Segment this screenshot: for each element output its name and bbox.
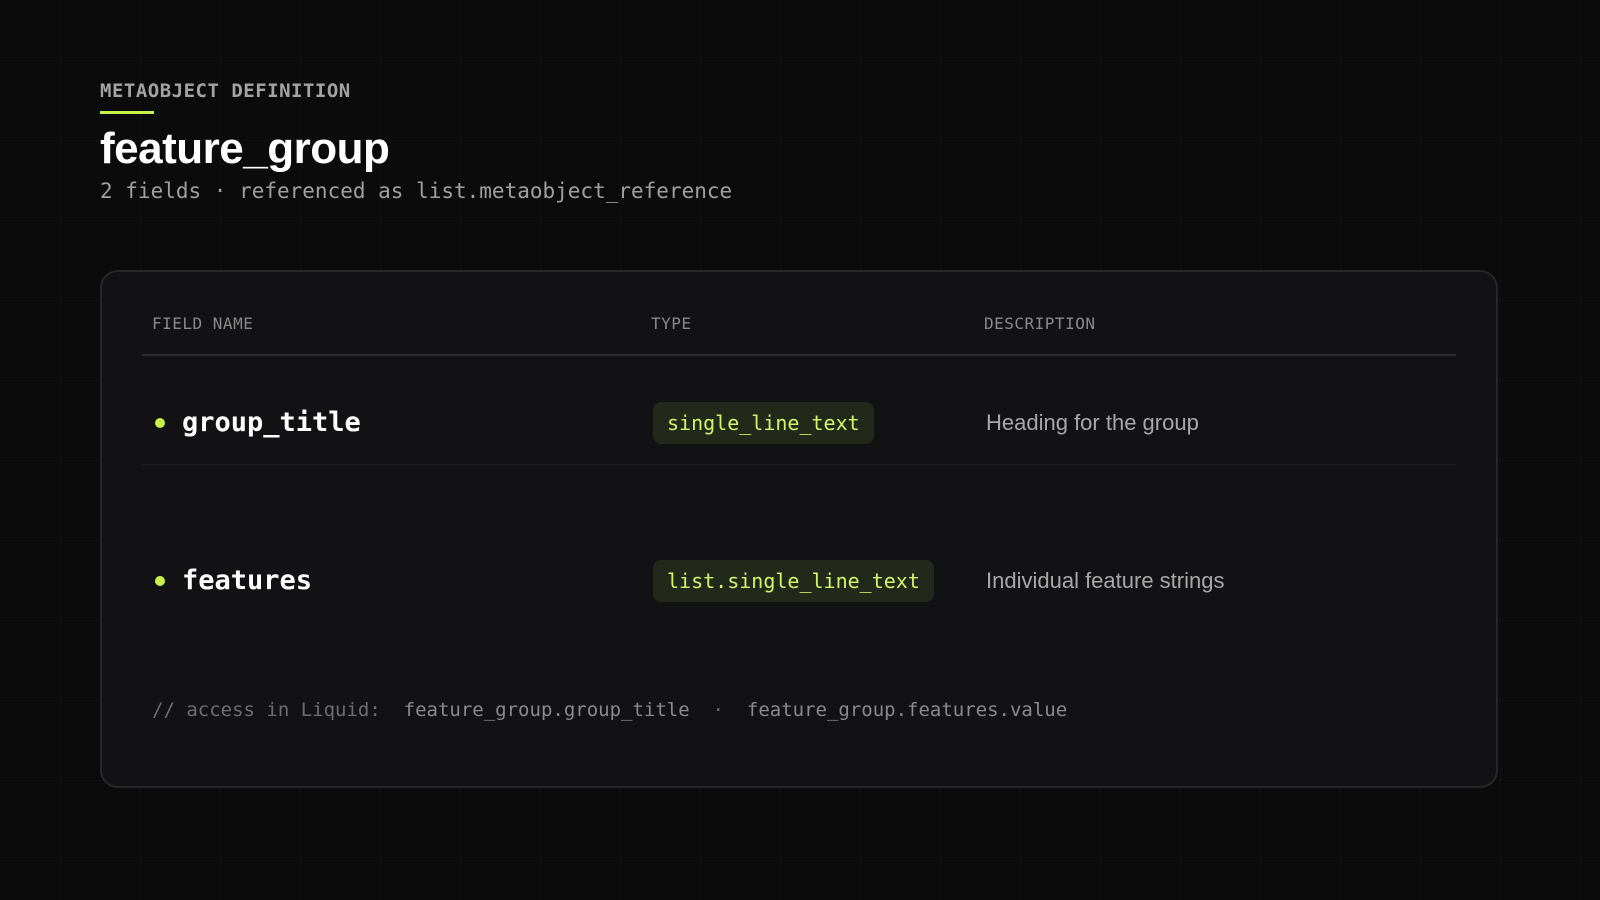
eyebrow-label: METAOBJECT DEFINITION — [100, 80, 351, 102]
page-title: feature_group — [100, 124, 390, 173]
liquid-snippet-features: feature_group.features.value — [746, 699, 1068, 721]
type-badge: single_line_text — [653, 402, 874, 444]
column-header-description: DESCRIPTION — [984, 314, 1096, 333]
access-prefix: // access in Liquid: — [152, 699, 381, 721]
type-badge: list.single_line_text — [653, 560, 934, 602]
fields-card: FIELD NAME TYPE DESCRIPTION group_title … — [100, 270, 1498, 788]
column-header-type: TYPE — [651, 314, 692, 333]
column-header-field-name: FIELD NAME — [152, 314, 254, 333]
page-subtitle: 2 fields · referenced as list.metaobject… — [100, 179, 733, 203]
liquid-access-hint: // access in Liquid: feature_group.group… — [152, 698, 1067, 722]
field-name: features — [182, 565, 313, 596]
liquid-snippet-group-title: feature_group.group_title — [403, 699, 690, 721]
accent-underline — [100, 111, 154, 114]
field-description: Heading for the group — [986, 410, 1199, 435]
snippet-separator: · — [712, 699, 724, 721]
field-name: group_title — [182, 407, 361, 438]
field-description: Individual feature strings — [986, 568, 1225, 593]
bullet-dot-icon — [155, 576, 165, 586]
page-header: METAOBJECT DEFINITION feature_group 2 fi… — [100, 80, 732, 204]
bullet-dot-icon — [155, 418, 165, 428]
table-header: FIELD NAME TYPE DESCRIPTION — [142, 272, 1456, 356]
table-row: features list.single_line_text Individua… — [142, 542, 1456, 622]
table-row: group_title single_line_text Heading for… — [142, 384, 1456, 465]
